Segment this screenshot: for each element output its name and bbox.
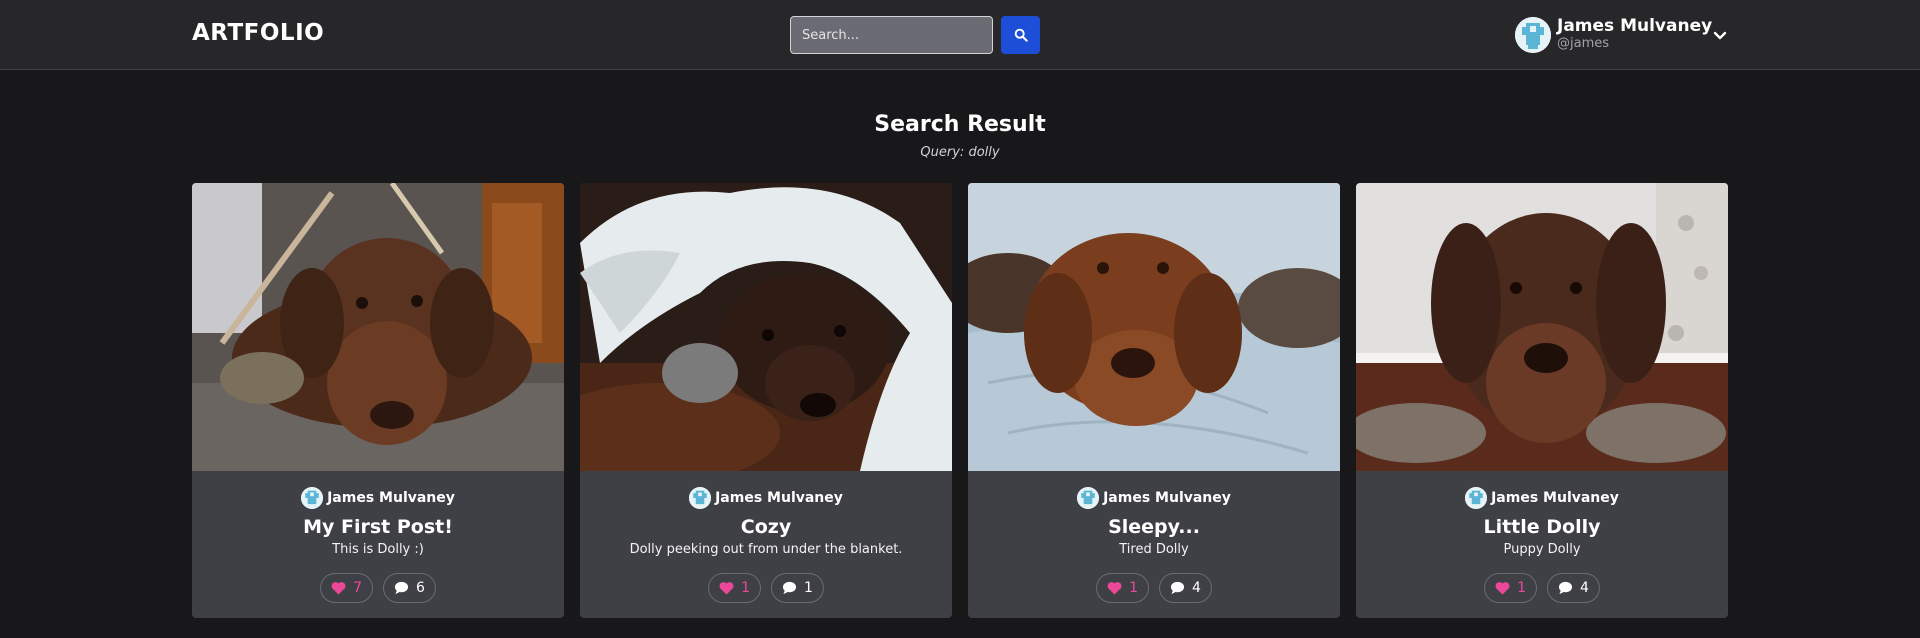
like-count: 7 <box>353 580 362 596</box>
author-avatar <box>1465 487 1488 509</box>
author-name: James Mulvaney <box>715 490 843 506</box>
post-title: Cozy <box>740 516 792 538</box>
app-logo[interactable]: ARTFOLIO <box>192 20 324 46</box>
like-count: 1 <box>1129 580 1138 596</box>
comment-count: 1 <box>804 580 813 596</box>
post-photo[interactable] <box>968 183 1340 471</box>
page-title: Search Result <box>874 112 1046 137</box>
post-description: Dolly peeking out from under the blanket… <box>629 542 903 557</box>
heart-icon <box>719 582 734 595</box>
like-button[interactable]: 1 <box>1096 573 1149 603</box>
post-title: My First Post! <box>303 516 453 538</box>
post-author[interactable]: James Mulvaney <box>192 486 564 510</box>
post-photo[interactable] <box>192 183 564 471</box>
author-name: James Mulvaney <box>1103 490 1231 506</box>
post-author[interactable]: James Mulvaney <box>1356 486 1728 510</box>
like-button[interactable]: 1 <box>1484 573 1537 603</box>
like-count: 1 <box>1517 580 1526 596</box>
search-query-label: Query: dolly <box>920 145 1000 160</box>
comment-icon <box>1558 581 1573 595</box>
post-card[interactable]: James Mulvaney Sleepy... Tired Dolly 1 4 <box>968 183 1340 618</box>
author-avatar <box>689 487 712 509</box>
post-author[interactable]: James Mulvaney <box>968 486 1340 510</box>
user-menu[interactable]: James Mulvaney @james <box>1513 14 1731 56</box>
like-button[interactable]: 1 <box>708 573 761 603</box>
post-title: Little Dolly <box>1483 516 1601 538</box>
chevron-down-icon[interactable] <box>1711 26 1729 44</box>
post-card[interactable]: James Mulvaney Little Dolly Puppy Dolly … <box>1356 183 1728 618</box>
author-avatar <box>301 487 324 509</box>
comment-icon <box>394 581 409 595</box>
author-name: James Mulvaney <box>327 490 455 506</box>
user-handle: @james <box>1557 36 1610 51</box>
like-count: 1 <box>741 580 750 596</box>
like-button[interactable]: 7 <box>320 573 373 603</box>
magnifier-icon <box>1014 28 1028 42</box>
comment-button[interactable]: 4 <box>1159 573 1212 603</box>
user-name: James Mulvaney <box>1557 16 1713 36</box>
post-stats: 1 1 <box>580 573 952 603</box>
comment-button[interactable]: 4 <box>1547 573 1600 603</box>
author-avatar <box>1077 487 1100 509</box>
post-description: Tired Dolly <box>1119 542 1189 557</box>
post-description: This is Dolly :) <box>332 542 424 557</box>
post-stats: 1 4 <box>968 573 1340 603</box>
comment-button[interactable]: 6 <box>383 573 436 603</box>
post-photo[interactable] <box>580 183 952 471</box>
heart-icon <box>1495 582 1510 595</box>
search-button[interactable] <box>1001 16 1040 54</box>
post-description: Puppy Dolly <box>1503 542 1581 557</box>
comment-icon <box>782 581 797 595</box>
comment-count: 4 <box>1192 580 1201 596</box>
post-card[interactable]: James Mulvaney My First Post! This is Do… <box>192 183 564 618</box>
comment-button[interactable]: 1 <box>771 573 824 603</box>
post-stats: 7 6 <box>192 573 564 603</box>
author-name: James Mulvaney <box>1491 490 1619 506</box>
user-avatar <box>1515 17 1551 53</box>
post-title: Sleepy... <box>1108 516 1200 538</box>
post-photo[interactable] <box>1356 183 1728 471</box>
comment-icon <box>1170 581 1185 595</box>
heart-icon <box>1107 582 1122 595</box>
top-navbar: ARTFOLIO James Mulvaney @james <box>0 0 1920 70</box>
comment-count: 6 <box>416 580 425 596</box>
comment-count: 4 <box>1580 580 1589 596</box>
post-author[interactable]: James Mulvaney <box>580 486 952 510</box>
heart-icon <box>331 582 346 595</box>
post-card[interactable]: James Mulvaney Cozy Dolly peeking out fr… <box>580 183 952 618</box>
search-input[interactable] <box>790 16 993 54</box>
post-stats: 1 4 <box>1356 573 1728 603</box>
